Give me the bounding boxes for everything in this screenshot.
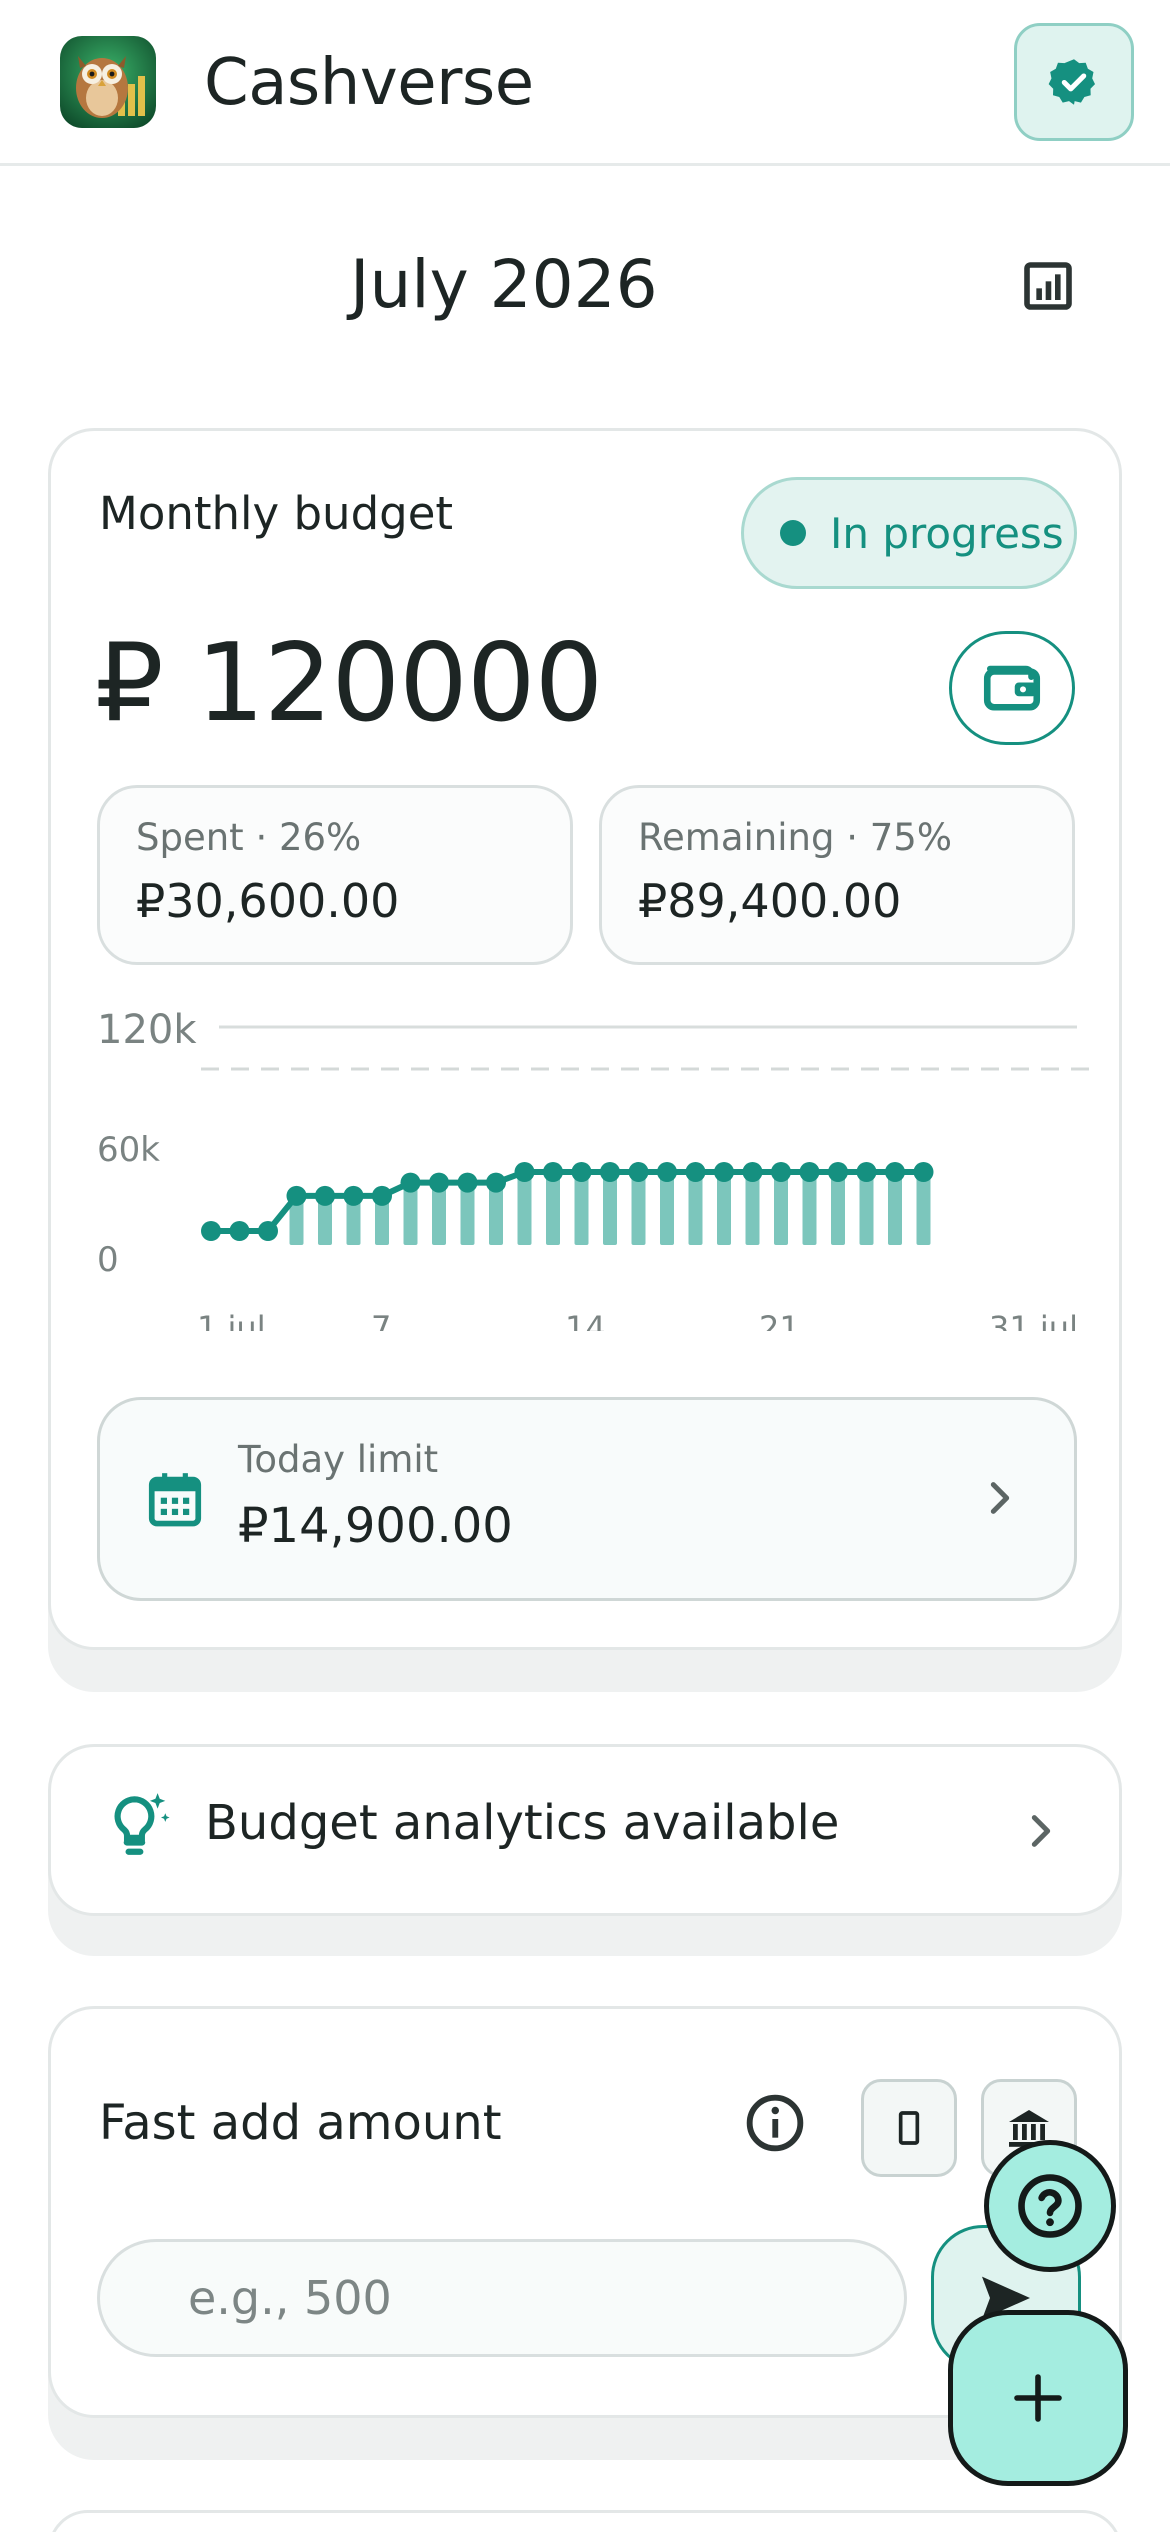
chart-bar [631,1172,646,1245]
today-limit-label: Today limit [238,1438,439,1481]
chart-point [714,1162,734,1182]
chart-point [628,1162,649,1182]
chart-bar [745,1172,760,1245]
app-header: Cashverse [0,0,1170,166]
today-limit-row[interactable]: Today limit ₽14,900.00 [97,1397,1077,1601]
bar-chart-icon [1024,262,1072,310]
help-button[interactable] [984,2140,1116,2272]
chart-bar [859,1172,874,1245]
status-text: In progress [830,508,1064,558]
chart-bar [802,1172,817,1245]
chart-point [600,1162,620,1182]
chart-bar [888,1172,902,1245]
chart-bar [546,1172,560,1245]
chart-point [258,1221,278,1241]
question-icon [1018,2174,1082,2238]
wallet-button[interactable] [949,631,1075,745]
chart-bar [603,1172,617,1245]
chart-point [315,1185,335,1206]
remaining-label: Remaining · 75% [638,816,952,859]
analytics-text: Budget analytics available [205,1795,840,1851]
remaining-value: ₽89,400.00 [638,874,902,928]
budget-amount: ₽ 120000 [95,621,603,746]
card-mode-button[interactable] [861,2079,957,2177]
calendar-icon [148,1473,202,1527]
chevron-right-icon [1031,1815,1051,1847]
x-tick-label: 21 [759,1309,800,1331]
chart-point [372,1185,392,1206]
budget-label: Monthly budget [99,487,454,540]
chart-point [343,1185,364,1206]
remaining-box: Remaining · 75% ₽89,400.00 [599,785,1075,965]
spent-value: ₽30,600.00 [136,874,400,928]
amount-input[interactable] [97,2239,907,2357]
lightbulb-sparkle-icon [114,1793,170,1855]
status-badge: In progress [741,477,1077,589]
add-button[interactable] [948,2310,1128,2486]
verified-button[interactable] [1014,23,1134,141]
x-tick-label: 1 jul [197,1309,266,1331]
spent-label: Spent · 26% [136,816,362,859]
chart-point [400,1172,421,1193]
chart-point [828,1162,848,1182]
next-card [48,2510,1122,2532]
chart-point [657,1162,677,1182]
app-title: Cashverse [204,46,534,120]
chart-point [486,1172,506,1193]
x-tick-label: 7 [371,1309,391,1331]
chart-point [286,1185,307,1206]
chart-bar [717,1172,731,1245]
chart-point [771,1162,791,1182]
chart-bar [916,1172,931,1245]
x-tick-label: 14 [565,1309,606,1331]
chart-point [913,1162,934,1182]
chart-bar [574,1172,589,1245]
status-dot [780,520,806,546]
today-limit-value: ₽14,900.00 [238,1498,513,1554]
chart-point [742,1162,763,1182]
analytics-card[interactable]: Budget analytics available [48,1744,1122,1916]
chart-bar [660,1172,674,1245]
chart-point [429,1172,449,1193]
month-title: July 2026 [350,246,658,323]
chart-bar [774,1172,788,1245]
stats-button[interactable] [1018,256,1078,316]
budget-card: Monthly budget In progress ₽ 120000 Spen… [48,428,1122,1650]
y-tick-label: 0 [97,1240,119,1280]
chart-point [201,1221,221,1241]
owl-logo-icon[interactable] [60,36,156,128]
spending-chart: 120k 60k 0 1 jul 7 14 21 31 jul [97,1007,1091,1331]
chevron-right-icon [990,1482,1010,1514]
chart-point [799,1162,820,1182]
chart-point [457,1172,478,1193]
spent-box: Spent · 26% ₽30,600.00 [97,785,573,965]
plus-icon [1014,2374,1062,2422]
chart-bar [517,1172,532,1245]
chart-point [571,1162,592,1182]
info-icon[interactable] [743,2091,807,2155]
chart-bar [688,1172,703,1245]
chart-point [885,1162,905,1182]
verified-badge-icon [1048,59,1096,105]
chart-point [229,1221,250,1241]
x-tick-label: 31 jul [989,1309,1078,1331]
wallet-icon [983,665,1041,711]
y-tick-label: 60k [97,1130,160,1170]
fast-add-label: Fast add amount [99,2095,502,2151]
chart-point [856,1162,877,1182]
chart-point [514,1162,535,1182]
chart-point [685,1162,706,1182]
card-icon [898,2111,920,2145]
chart-bar [831,1172,845,1245]
y-tick-label: 120k [97,1007,197,1053]
chart-point [543,1162,563,1182]
